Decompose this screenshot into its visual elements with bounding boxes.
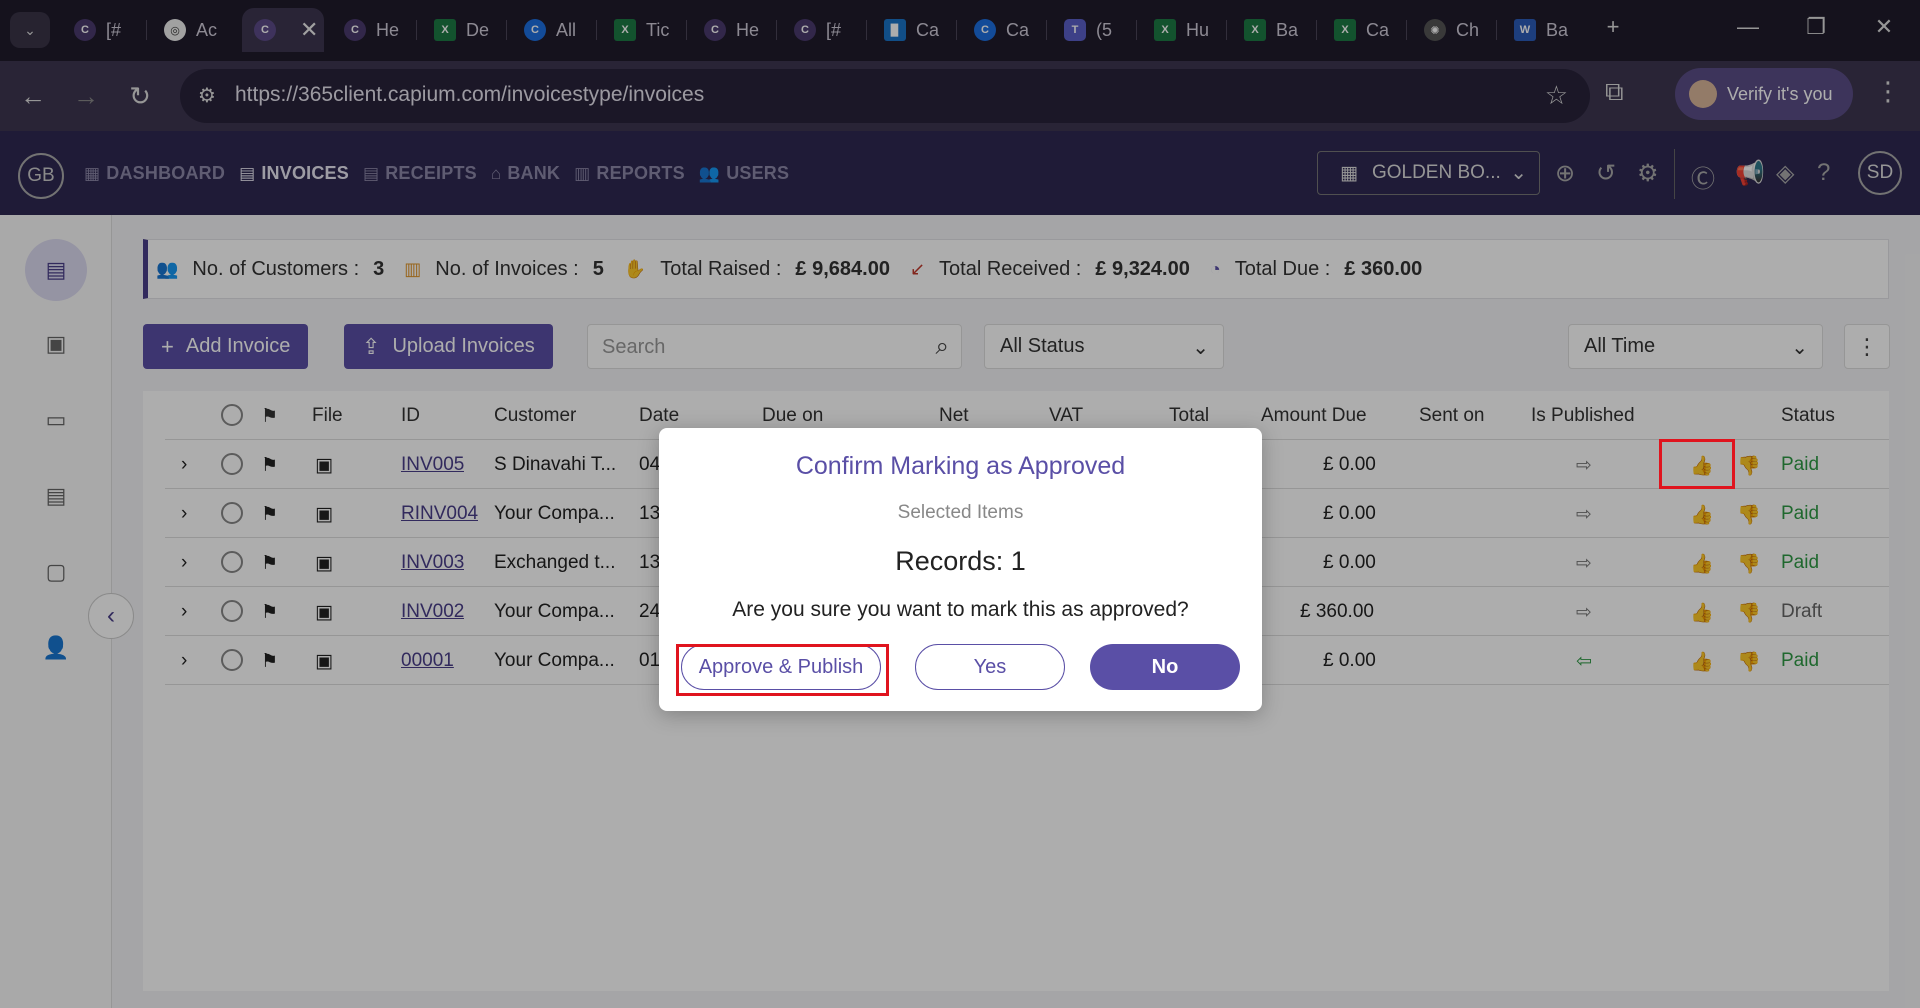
dialog-question: Are you sure you want to mark this as ap…: [732, 598, 1189, 621]
no-button[interactable]: No: [1090, 644, 1240, 690]
dialog-title: Confirm Marking as Approved: [795, 452, 1126, 480]
highlight-thumbs-up: [1659, 439, 1735, 489]
yes-button[interactable]: Yes: [915, 644, 1065, 690]
highlight-approve-publish: [676, 644, 889, 696]
records-count: Records: 1: [895, 546, 1026, 576]
dialog-subtitle: Selected Items: [897, 502, 1024, 523]
